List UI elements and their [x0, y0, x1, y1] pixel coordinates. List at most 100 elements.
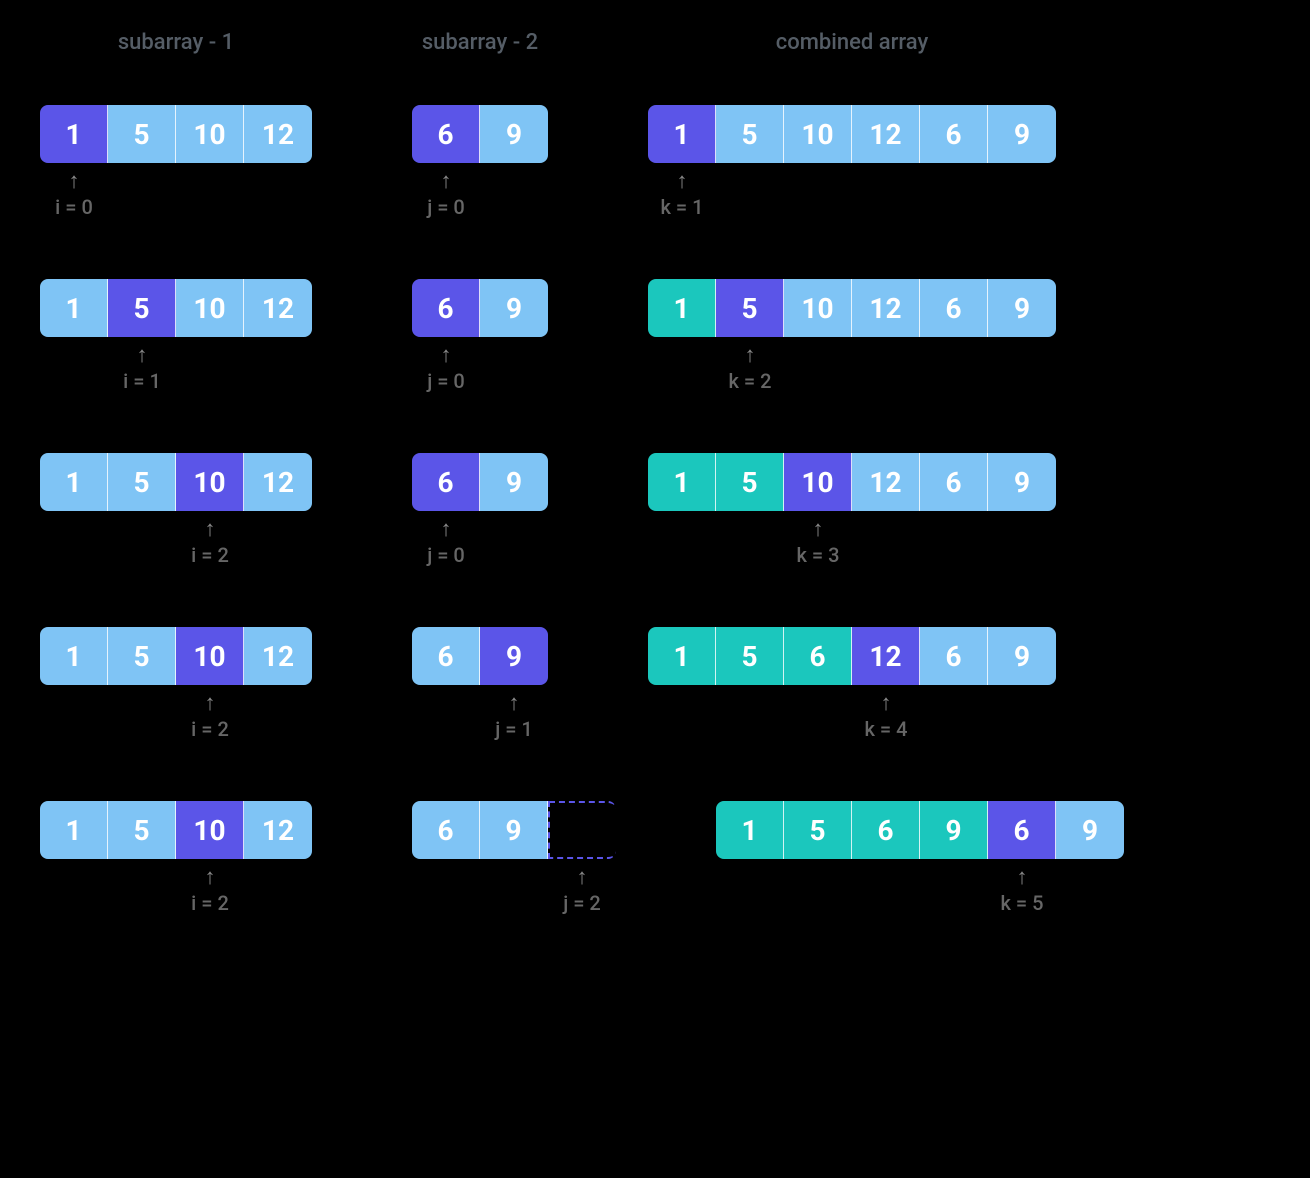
subarray-1-cells: 151012 — [40, 105, 312, 163]
combined-array: 1561269↑k = 4 — [648, 627, 1056, 741]
header-subarray-2: subarray - 2 — [412, 30, 548, 55]
array-cell: 6 — [920, 279, 988, 337]
subarray-1-cells: 151012 — [40, 279, 312, 337]
array-cell: 9 — [480, 105, 548, 163]
array-cell: 1 — [648, 279, 716, 337]
array-cell: 1 — [648, 105, 716, 163]
array-cell: 12 — [852, 279, 920, 337]
array-cell: 10 — [176, 105, 244, 163]
up-arrow-icon: ↑ — [745, 345, 756, 367]
array-cell: 6 — [412, 279, 480, 337]
pointer: ↑j = 2 — [552, 867, 612, 915]
step-1: 151012↑i = 069↑j = 015101269↑k = 1 — [40, 105, 1270, 219]
array-cell: 1 — [40, 105, 108, 163]
step-3: 151012↑i = 269↑j = 015101269↑k = 3 — [40, 453, 1270, 567]
pointer: ↑k = 4 — [856, 693, 916, 741]
pointer: ↑k = 2 — [720, 345, 780, 393]
array-cell: 6 — [920, 627, 988, 685]
pointer-label: j = 0 — [427, 195, 465, 219]
array-cell: 5 — [716, 279, 784, 337]
combined-array: 15101269↑k = 3 — [648, 453, 1056, 567]
array-cell: 5 — [716, 453, 784, 511]
up-arrow-icon: ↑ — [813, 519, 824, 541]
up-arrow-icon: ↑ — [881, 693, 892, 715]
array-cell: 6 — [784, 627, 852, 685]
array-cell: 5 — [108, 627, 176, 685]
pointer-label: j = 0 — [427, 543, 465, 567]
step-4: 151012↑i = 269↑j = 11561269↑k = 4 — [40, 627, 1270, 741]
array-cell: 9 — [988, 105, 1056, 163]
array-cell: 6 — [412, 801, 480, 859]
array-cell: 5 — [108, 801, 176, 859]
pointer: ↑i = 2 — [180, 867, 240, 915]
up-arrow-icon: ↑ — [205, 867, 216, 889]
subarray-1: 151012↑i = 0 — [40, 105, 312, 219]
array-cell: 9 — [480, 801, 548, 859]
array-cell: 1 — [40, 627, 108, 685]
array-cell: 12 — [852, 627, 920, 685]
up-arrow-icon: ↑ — [509, 693, 520, 715]
array-cell: 10 — [784, 453, 852, 511]
array-cell: 6 — [920, 453, 988, 511]
pointer-label: i = 2 — [191, 543, 229, 567]
array-cell: 9 — [920, 801, 988, 859]
step-5: 151012↑i = 269↑j = 2156969↑k = 5 — [40, 801, 1270, 915]
array-cell: 12 — [244, 627, 312, 685]
array-cell: 1 — [648, 453, 716, 511]
array-cell: 9 — [988, 279, 1056, 337]
array-cell: 10 — [176, 453, 244, 511]
combined-array-cells: 15101269 — [648, 453, 1056, 511]
merge-sort-diagram: subarray - 1 subarray - 2 combined array… — [40, 30, 1270, 915]
array-cell: 5 — [108, 279, 176, 337]
array-cell — [548, 801, 616, 859]
array-cell: 6 — [412, 105, 480, 163]
subarray-2-cells: 69 — [412, 627, 548, 685]
array-cell: 9 — [480, 627, 548, 685]
subarray-1: 151012↑i = 2 — [40, 627, 312, 741]
pointer: ↑i = 1 — [112, 345, 172, 393]
up-arrow-icon: ↑ — [441, 171, 452, 193]
array-cell: 6 — [988, 801, 1056, 859]
array-cell: 5 — [108, 105, 176, 163]
array-cell: 6 — [920, 105, 988, 163]
up-arrow-icon: ↑ — [441, 519, 452, 541]
pointer: ↑j = 0 — [416, 171, 476, 219]
subarray-2: 69 ↑j = 0 — [412, 279, 548, 393]
pointer-label: j = 0 — [427, 369, 465, 393]
pointer: ↑k = 3 — [788, 519, 848, 567]
array-cell: 12 — [244, 279, 312, 337]
array-cell: 5 — [716, 627, 784, 685]
pointer-label: j = 2 — [563, 891, 601, 915]
combined-array: 156969↑k = 5 — [716, 801, 1124, 915]
array-cell: 5 — [716, 105, 784, 163]
column-headers: subarray - 1 subarray - 2 combined array — [40, 30, 1270, 55]
subarray-1: 151012 ↑i = 1 — [40, 279, 312, 393]
array-cell: 12 — [244, 801, 312, 859]
pointer-label: k = 2 — [729, 369, 772, 393]
array-cell: 6 — [412, 627, 480, 685]
array-cell: 5 — [108, 453, 176, 511]
combined-array-cells: 15101269 — [648, 105, 1056, 163]
header-combined: combined array — [648, 30, 1056, 55]
pointer: ↑j = 0 — [416, 519, 476, 567]
array-cell: 1 — [648, 627, 716, 685]
up-arrow-icon: ↑ — [205, 519, 216, 541]
array-cell: 5 — [784, 801, 852, 859]
array-cell: 9 — [1056, 801, 1124, 859]
pointer-label: i = 0 — [55, 195, 93, 219]
pointer-label: k = 3 — [797, 543, 840, 567]
up-arrow-icon: ↑ — [677, 171, 688, 193]
pointer-label: i = 1 — [123, 369, 161, 393]
up-arrow-icon: ↑ — [441, 345, 452, 367]
step-2: 151012↑i = 169↑j = 015101269↑k = 2 — [40, 279, 1270, 393]
header-subarray-1: subarray - 1 — [40, 30, 312, 55]
up-arrow-icon: ↑ — [137, 345, 148, 367]
subarray-2-cells: 69 — [412, 279, 548, 337]
array-cell: 12 — [244, 453, 312, 511]
array-cell: 9 — [480, 279, 548, 337]
subarray-2-cells: 69 — [412, 801, 616, 859]
pointer-label: k = 4 — [865, 717, 908, 741]
subarray-2: 69↑j = 1 — [412, 627, 548, 741]
array-cell: 12 — [852, 105, 920, 163]
array-cell: 10 — [176, 801, 244, 859]
